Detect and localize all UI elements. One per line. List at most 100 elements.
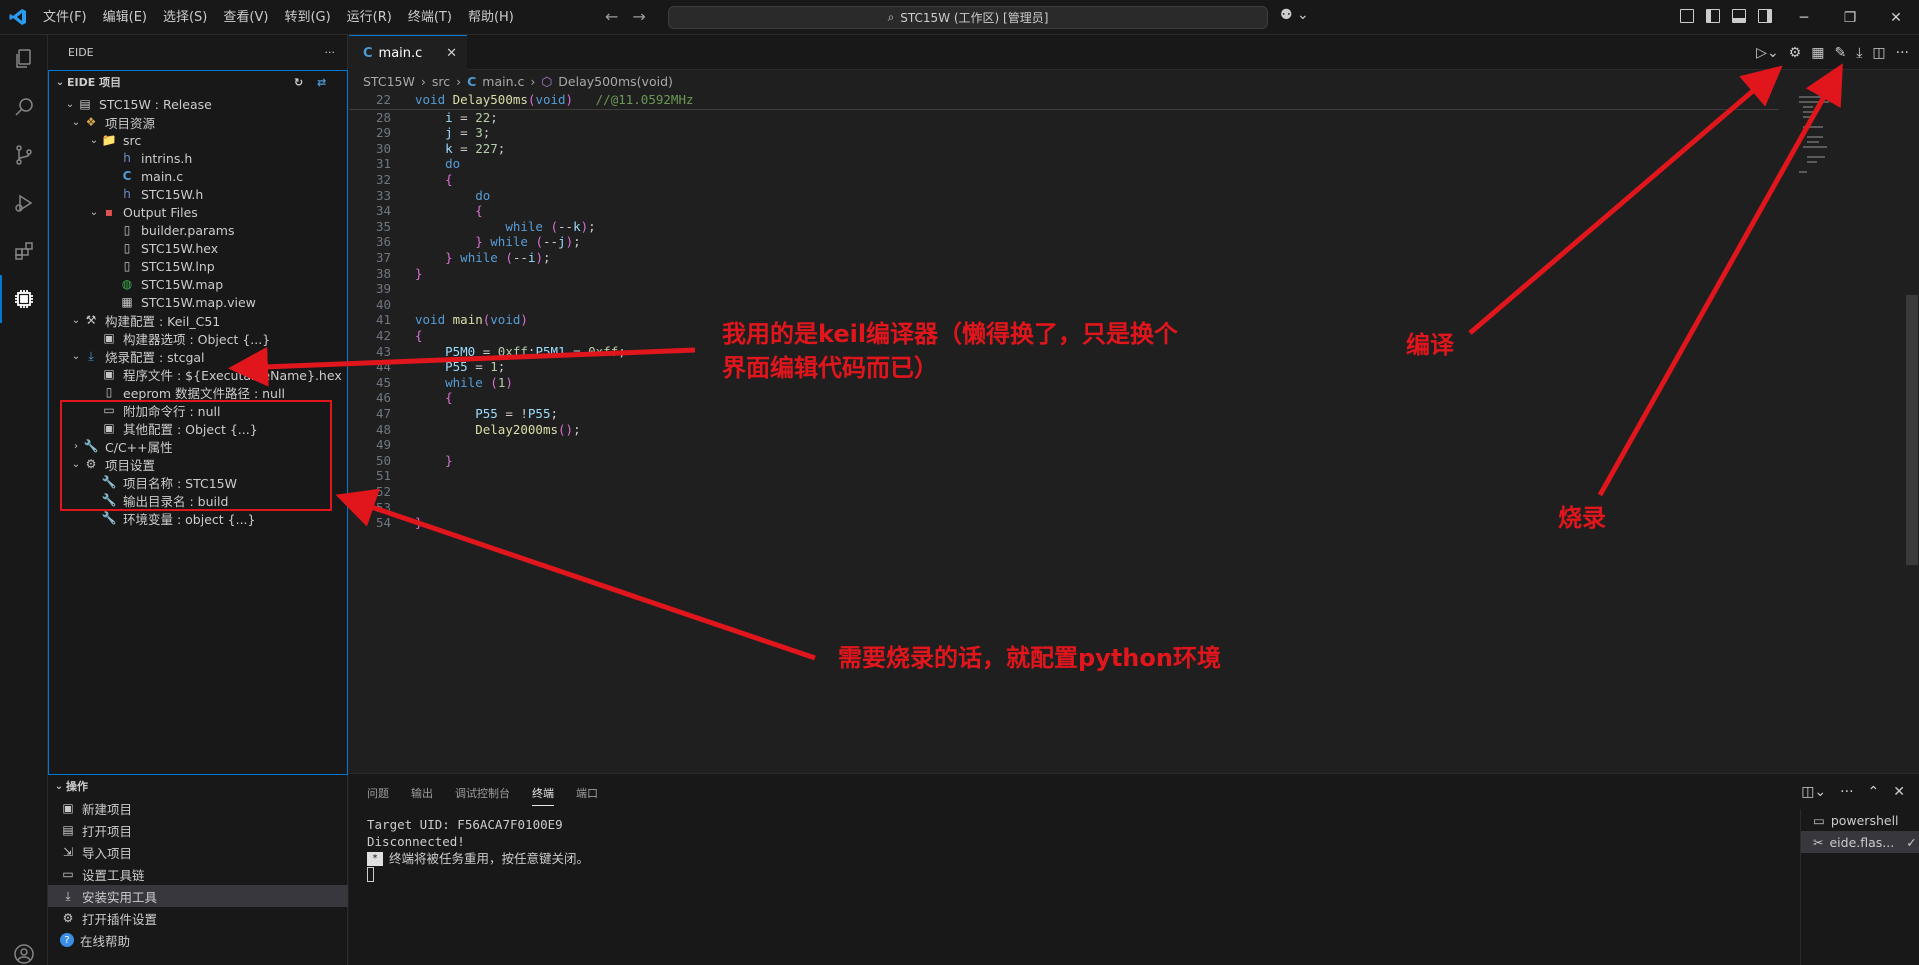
c-file-icon: C (467, 73, 477, 89)
c-file-icon: C (363, 45, 373, 61)
operation-item[interactable]: ⇲ 导入项目 (48, 841, 348, 863)
menu-view[interactable]: 查看(V) (215, 0, 276, 35)
operation-item[interactable]: ⚙ 打开插件设置 (48, 907, 348, 929)
close-panel-icon[interactable]: ✕ (1893, 784, 1905, 800)
customize-layout-icon[interactable] (1680, 9, 1694, 23)
code-line: P55 = 1; (445, 359, 506, 375)
tab-output[interactable]: 输出 (411, 785, 433, 801)
operation-item[interactable]: ▭ 设置工具链 (48, 863, 348, 885)
terminal-output[interactable]: Target UID: F56ACA7F0100E9 Disconnected! *… (367, 816, 589, 886)
copilot-icon[interactable]: ⚉ ⌄ (1280, 7, 1309, 23)
file-icon: ▯ (123, 223, 131, 237)
sidebar-header: EIDE ··· (48, 35, 347, 70)
menu-selection[interactable]: 选择(S) (155, 0, 215, 35)
menu-file[interactable]: 文件(F) (35, 0, 95, 35)
search-icon[interactable] (0, 83, 48, 131)
globe-icon: ◍ (121, 277, 133, 291)
menu-go[interactable]: 转到(G) (276, 0, 338, 35)
menu-terminal[interactable]: 终端(T) (400, 0, 460, 35)
breadcrumb-item[interactable]: src (432, 74, 450, 89)
build-config-gear-icon[interactable]: ⚙ (1789, 45, 1802, 61)
breadcrumb-item[interactable]: Delay500ms(void) (558, 74, 673, 89)
code-line: i = 22; (445, 109, 498, 125)
operation-item[interactable]: ▣ 新建项目 (48, 797, 348, 819)
toggle-panel-icon[interactable] (1732, 9, 1746, 23)
toggle-secondary-sidebar-icon[interactable] (1758, 9, 1772, 23)
help-icon: ? (60, 933, 74, 947)
restore-icon[interactable]: ❐ (1827, 0, 1873, 35)
menu-help[interactable]: 帮助(H) (460, 0, 522, 35)
explorer-icon[interactable] (0, 35, 48, 83)
tab-ports[interactable]: 端口 (576, 785, 598, 801)
more-actions-icon[interactable]: ··· (325, 46, 336, 59)
flash-icon: ⤓ (88, 348, 94, 363)
code-line: while (1) (445, 374, 513, 390)
operation-item[interactable]: ⤓ 安装实用工具 (48, 885, 348, 907)
switch-project-icon[interactable]: ⇄ (317, 76, 326, 89)
minimize-icon[interactable]: ─ (1781, 0, 1827, 35)
menu-edit[interactable]: 编辑(E) (95, 0, 155, 35)
chevron-down-icon: ⌄ (71, 116, 81, 128)
terminal-item-powershell[interactable]: ▭ powershell (1801, 809, 1919, 831)
line-number: 42 (375, 328, 391, 343)
tab-main-c[interactable]: C main.c ✕ (349, 35, 467, 70)
chevron-right-icon: › (456, 73, 462, 89)
account-icon[interactable] (0, 930, 48, 965)
split-terminal-icon[interactable]: ◫⌄ (1801, 784, 1826, 800)
forward-arrow-icon[interactable]: → (632, 7, 645, 26)
command-center-label: STC15W (工作区) [管理员] (900, 11, 1049, 25)
terminal-icon: ▭ (1813, 812, 1825, 828)
line-number: 46 (375, 390, 391, 406)
gear-icon: ⚙ (62, 911, 74, 925)
line-number: 47 (375, 406, 391, 421)
tree-item-label: STC15W.map (141, 276, 224, 292)
refresh-icon[interactable]: ↻ (294, 76, 303, 89)
tab-problems[interactable]: 问题 (367, 785, 389, 801)
operation-item[interactable]: ? 在线帮助 (48, 929, 348, 951)
toolbox-icon: ▭ (62, 867, 74, 881)
operations-section-title: 操作 (66, 780, 88, 793)
clean-icon[interactable]: ✎ (1834, 45, 1846, 61)
code-line: do (475, 187, 491, 203)
tab-debug-console[interactable]: 调试控制台 (455, 785, 510, 801)
close-tab-icon[interactable]: ✕ (446, 46, 457, 61)
source-control-icon[interactable] (0, 131, 48, 179)
code-editor[interactable]: 22 void Delay500ms(void) //@11.0592MHz 28 … (349, 92, 1904, 772)
operation-label: 打开项目 (82, 823, 133, 839)
gear-icon: ⚙ (85, 457, 97, 471)
breadcrumb-item[interactable]: STC15W (363, 74, 415, 89)
more-actions-icon[interactable]: ··· (1840, 784, 1853, 800)
tab-label: main.c (378, 45, 423, 61)
terminal-item-label: powershell (1830, 812, 1899, 828)
operations-section-header[interactable]: ⌄ 操作 (48, 775, 348, 797)
back-arrow-icon[interactable]: ← (605, 7, 618, 26)
operations-list: ▣ 新建项目 ▤ 打开项目 ⇲ 导入项目 ▭ 设置工具链 ⤓ 安装实用工具 ⚙ 打开插件设置? 在线帮助 (48, 797, 348, 951)
extensions-icon[interactable] (0, 227, 48, 275)
more-actions-icon[interactable]: ··· (1896, 45, 1909, 61)
compile-build-icon[interactable]: ▦ (1811, 45, 1824, 61)
toggle-primary-sidebar-icon[interactable] (1706, 9, 1720, 23)
line-number: 32 (375, 172, 391, 187)
eide-chip-icon[interactable] (0, 275, 48, 323)
minimap[interactable] (1795, 92, 1905, 212)
flash-download-icon[interactable]: ⤓ (1856, 45, 1862, 61)
activity-bar (0, 35, 48, 965)
c-file-icon: C (122, 169, 132, 183)
line-number: 31 (375, 156, 391, 172)
operation-item[interactable]: ▤ 打开项目 (48, 819, 348, 841)
split-editor-icon[interactable]: ◫ (1872, 45, 1885, 61)
menu-run[interactable]: 运行(R) (339, 0, 400, 35)
command-center-search[interactable]: ⌕ STC15W (工作区) [管理员] (668, 6, 1268, 29)
close-window-icon[interactable]: ✕ (1873, 0, 1919, 35)
breadcrumb-item[interactable]: main.c (482, 74, 524, 89)
tab-terminal[interactable]: 终端 (532, 785, 554, 806)
run-debug-icon[interactable] (0, 179, 48, 227)
maximize-panel-icon[interactable]: ⌃ (1868, 784, 1880, 800)
scrollbar-thumb[interactable] (1906, 295, 1918, 565)
project-section-header[interactable]: ⌄ EIDE 项目 ↻ ⇄ (49, 71, 347, 93)
run-icon[interactable]: ▷⌄ (1756, 45, 1779, 61)
chevron-down-icon: ⌄ (89, 206, 99, 218)
output-folder-icon: ▪ (104, 205, 114, 219)
terminal-item-eide-flash[interactable]: ✂ eide.flas... ✓ (1801, 831, 1919, 853)
tree-item[interactable]: 🔧 环境变量 : object {...} (49, 507, 347, 529)
